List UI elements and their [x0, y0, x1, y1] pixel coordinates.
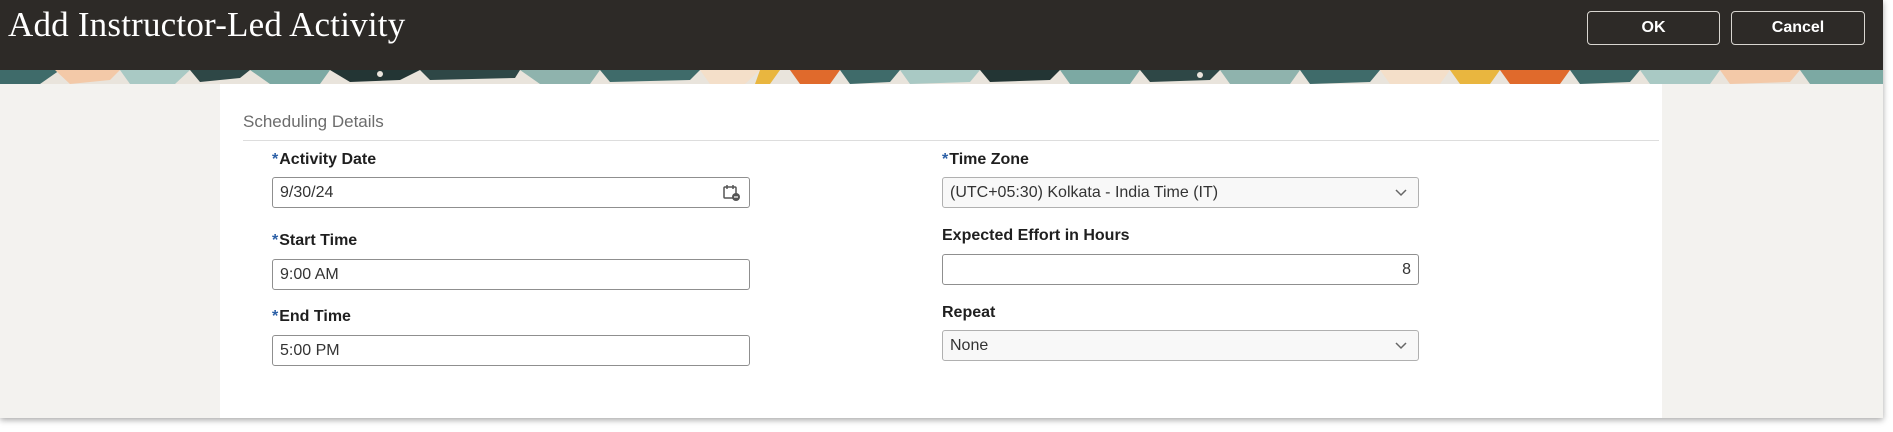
end-time-label: *End Time	[272, 308, 351, 326]
start-time-label: *Start Time	[272, 232, 357, 250]
repeat-label-text: Repeat	[942, 304, 996, 321]
activity-date-field[interactable]: 9/30/24	[272, 177, 750, 208]
start-time-field[interactable]: 9:00 AM	[272, 259, 750, 290]
required-marker: *	[272, 308, 279, 325]
decorative-banner	[0, 70, 1883, 84]
scheduling-details-panel: Scheduling Details *Activity Date 9/30/2…	[220, 84, 1662, 418]
time-zone-label-text: Time Zone	[949, 151, 1029, 168]
section-divider	[243, 140, 1659, 141]
expected-effort-value: 8	[1402, 260, 1411, 278]
dialog-title: Add Instructor-Led Activity	[8, 5, 406, 44]
banner-pattern-graphic	[0, 70, 1883, 84]
end-time-field[interactable]: 5:00 PM	[272, 335, 750, 366]
cancel-button[interactable]: Cancel	[1731, 11, 1865, 45]
dialog-frame: Add Instructor-Led Activity OK Cancel Sc…	[0, 0, 1883, 418]
expected-effort-field[interactable]: 8	[942, 254, 1419, 285]
activity-date-value: 9/30/24	[280, 183, 334, 201]
expected-effort-label-text: Expected Effort in Hours	[942, 227, 1130, 244]
calendar-icon[interactable]	[722, 183, 742, 203]
start-time-value: 9:00 AM	[280, 265, 339, 283]
ok-button[interactable]: OK	[1587, 11, 1720, 45]
chevron-down-icon[interactable]	[1391, 183, 1411, 203]
repeat-value: None	[950, 336, 989, 354]
required-marker: *	[942, 151, 949, 168]
dialog-header: Add Instructor-Led Activity OK Cancel	[0, 0, 1883, 70]
required-marker: *	[272, 151, 279, 168]
time-zone-value: (UTC+05:30) Kolkata - India Time (IT)	[950, 183, 1219, 201]
repeat-label: Repeat	[942, 304, 995, 322]
time-zone-select[interactable]: (UTC+05:30) Kolkata - India Time (IT)	[942, 177, 1419, 208]
start-time-label-text: Start Time	[279, 232, 358, 249]
repeat-select[interactable]: None	[942, 330, 1419, 361]
end-time-value: 5:00 PM	[280, 341, 340, 359]
section-title: Scheduling Details	[243, 112, 384, 131]
end-time-label-text: End Time	[279, 308, 351, 325]
activity-date-label-text: Activity Date	[279, 151, 377, 168]
expected-effort-label: Expected Effort in Hours	[942, 227, 1130, 245]
required-marker: *	[272, 232, 279, 249]
time-zone-label: *Time Zone	[942, 151, 1029, 169]
chevron-down-icon[interactable]	[1391, 336, 1411, 356]
activity-date-label: *Activity Date	[272, 151, 376, 169]
